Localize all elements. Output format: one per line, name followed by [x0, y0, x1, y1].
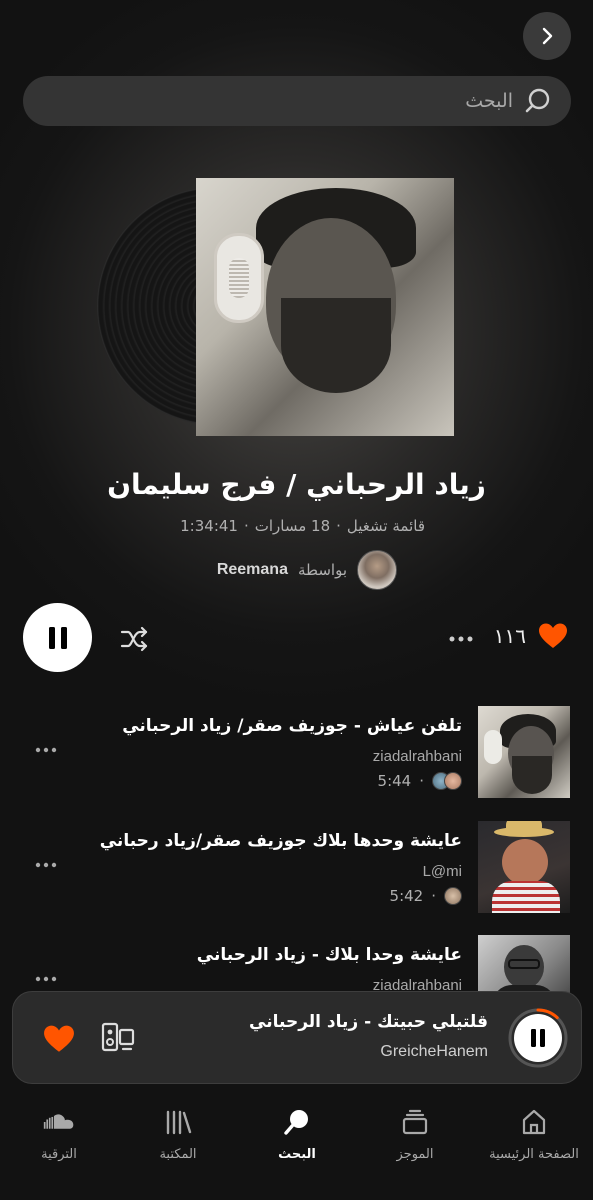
search-icon: [284, 1110, 308, 1135]
tab-library[interactable]: المكتبة: [119, 1106, 237, 1186]
playlist-type: قائمة تشغيل: [346, 517, 425, 535]
track-row[interactable]: عايشة وحدها بلاك جوزيف صقر/زياد رحباني L…: [0, 821, 593, 913]
tab-label: المكتبة: [159, 1147, 197, 1162]
more-dots-icon: [35, 976, 57, 982]
track-more-button[interactable]: [34, 742, 58, 758]
search-placeholder: البحث: [465, 90, 513, 112]
heart-icon[interactable]: [538, 622, 568, 650]
now-playing-title: قلتيلي حبيتك - زياد الرحباني: [249, 1012, 488, 1032]
tab-home[interactable]: الصفحة الرئيسية: [475, 1106, 593, 1186]
home-icon: [522, 1109, 546, 1135]
more-dots-icon: [449, 636, 473, 642]
track-meta: 5:44 ·: [378, 772, 462, 790]
track-title: عايشة وحدها بلاك جوزيف صقر/زياد رحباني: [99, 831, 462, 851]
playlist-duration: 1:34:41: [180, 517, 238, 535]
chevron-right-icon: [542, 27, 553, 45]
track-meta: 5:42 ·: [390, 887, 462, 905]
playlist-title: زياد الرحباني / فرج سليمان: [107, 468, 486, 501]
like-group[interactable]: ١١٦: [494, 622, 568, 650]
owner-avatar[interactable]: [357, 550, 397, 590]
pause-icon: [48, 626, 67, 649]
owner-by-label: بواسطة: [297, 561, 347, 579]
track-title: عايشة وحدا بلاك - زياد الرحباني: [196, 945, 462, 965]
like-count: ١١٦: [493, 624, 526, 648]
pause-icon: [531, 1029, 545, 1047]
back-button[interactable]: [523, 12, 571, 60]
track-row[interactable]: تلفن عياش - جوزيف صقر/ زياد الرحباني zia…: [0, 706, 593, 798]
mini-player[interactable]: قلتيلي حبيتك - زياد الرحباني GreicheHane…: [12, 991, 582, 1084]
tab-label: الصفحة الرئيسية: [489, 1147, 579, 1162]
connect-device-icon[interactable]: [101, 1022, 135, 1054]
owner-name[interactable]: Reemana: [217, 561, 288, 579]
shuffle-icon: [120, 626, 148, 652]
more-dots-icon: [35, 862, 57, 868]
mini-pause-button[interactable]: [514, 1014, 562, 1062]
tab-feed[interactable]: الموجز: [356, 1106, 474, 1186]
playlist-track-count: 18 مسارات: [254, 517, 331, 535]
feed-icon: [402, 1109, 428, 1135]
track-artwork: [478, 821, 570, 913]
track-artwork: [478, 706, 570, 798]
search-input[interactable]: البحث: [23, 76, 571, 126]
search-icon: [525, 88, 550, 113]
library-icon: [166, 1110, 192, 1135]
playlist-meta: قائمة تشغيل · 18 مسارات · 1:34:41: [180, 517, 425, 535]
tab-search[interactable]: البحث: [238, 1106, 356, 1186]
play-pause-button[interactable]: [23, 603, 92, 672]
track-duration: 5:42: [389, 887, 424, 905]
tab-label: البحث: [278, 1147, 316, 1162]
now-playing-artist[interactable]: GreicheHanem: [380, 1043, 488, 1061]
track-duration: 5:44: [377, 772, 412, 790]
track-artist[interactable]: L@mi: [423, 863, 462, 880]
tab-label: الموجز: [396, 1147, 434, 1162]
more-dots-icon: [35, 747, 57, 753]
listener-avatar: [444, 887, 462, 905]
track-more-button[interactable]: [34, 971, 58, 987]
soundcloud-icon: [43, 1114, 74, 1129]
tab-upgrade[interactable]: الترقية: [0, 1106, 118, 1186]
bottom-tab-bar: الصفحة الرئيسية الموجز البحث المكتبة الت…: [0, 1098, 593, 1200]
track-more-button[interactable]: [34, 857, 58, 873]
playlist-cover-image: [196, 178, 454, 436]
track-title: تلفن عياش - جوزيف صقر/ زياد الرحباني: [122, 716, 462, 736]
heart-icon[interactable]: [43, 1024, 75, 1054]
listener-avatar: [444, 772, 462, 790]
more-options-button[interactable]: [446, 627, 476, 651]
track-artist[interactable]: ziadalrahbani: [373, 748, 462, 765]
tab-label: الترقية: [41, 1147, 77, 1162]
playlist-owner[interactable]: بواسطة Reemana: [217, 550, 397, 590]
shuffle-button[interactable]: [118, 622, 152, 656]
